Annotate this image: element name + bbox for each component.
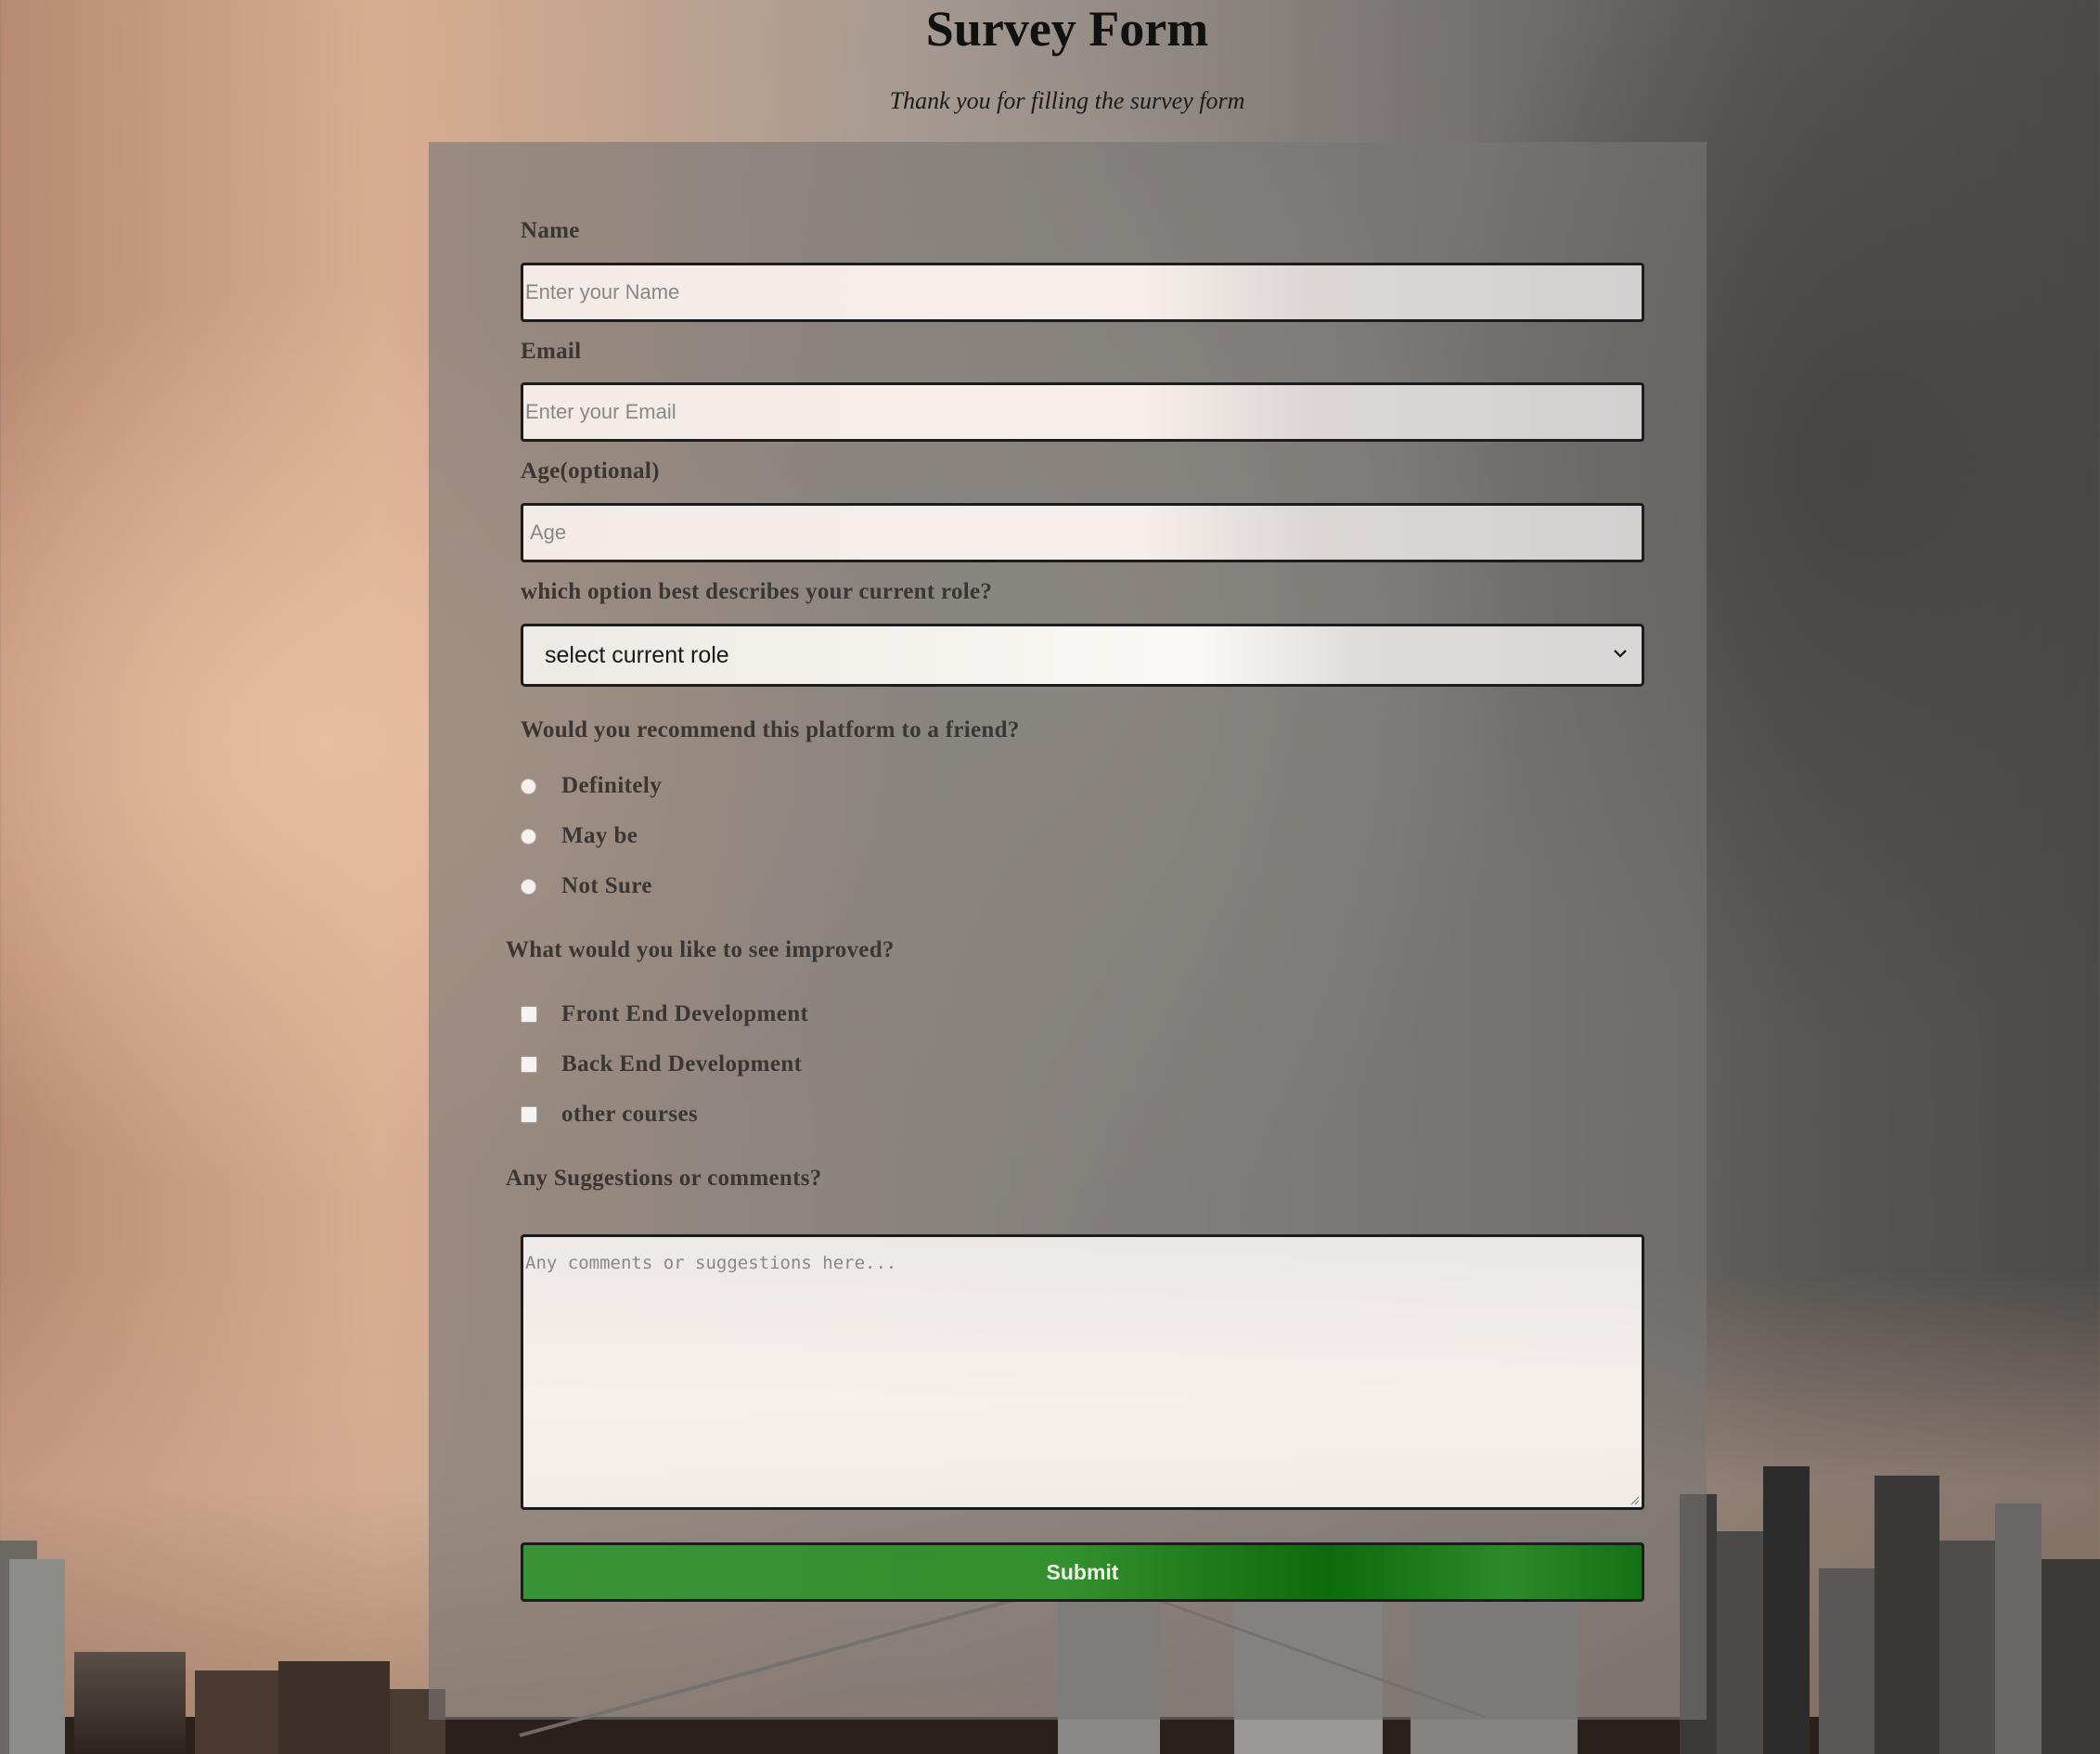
- age-input[interactable]: Age: [521, 503, 1644, 562]
- name-input[interactable]: Enter your Name: [521, 263, 1644, 322]
- age-input-placeholder: Age: [530, 521, 567, 544]
- role-label: which option best describes your current…: [521, 579, 993, 604]
- radio-option-may-be[interactable]: May be: [521, 820, 638, 852]
- role-dropdown[interactable]: select current role: [521, 624, 1644, 687]
- email-label: Email: [521, 339, 582, 364]
- resize-handle-icon[interactable]: [1629, 1494, 1640, 1505]
- age-label: Age(optional): [521, 458, 660, 484]
- checkbox-label: Back End Development: [561, 1051, 803, 1077]
- submit-button[interactable]: Submit: [521, 1542, 1644, 1602]
- radio-option-not-sure[interactable]: Not Sure: [521, 871, 651, 902]
- checkbox[interactable]: [521, 1006, 537, 1023]
- survey-form: Name Enter your Name Email Enter your Em…: [429, 142, 1707, 1720]
- recommend-label: Would you recommend this platform to a f…: [521, 717, 1020, 742]
- checkbox[interactable]: [521, 1056, 537, 1073]
- checkbox-option-other-courses[interactable]: other courses: [521, 1099, 698, 1130]
- radio-label: Not Sure: [561, 873, 652, 898]
- email-input[interactable]: Enter your Email: [521, 382, 1644, 442]
- radio-button[interactable]: [521, 828, 536, 845]
- role-dropdown-value: select current role: [545, 641, 729, 668]
- page-description: Thank you for filling the survey form: [889, 87, 1245, 114]
- page-title: Survey Form: [925, 1, 1209, 57]
- checkbox-option-back-end[interactable]: Back End Development: [521, 1049, 802, 1080]
- radio-label: May be: [561, 823, 638, 848]
- checkbox-option-front-end[interactable]: Front End Development: [521, 999, 808, 1030]
- comments-textarea[interactable]: Any comments or suggestions here...: [521, 1234, 1644, 1510]
- chevron-down-icon: [1614, 650, 1627, 658]
- name-input-placeholder: Enter your Name: [525, 280, 680, 303]
- name-label: Name: [521, 218, 580, 243]
- checkbox-label: Front End Development: [561, 1001, 809, 1026]
- radio-button[interactable]: [521, 878, 536, 895]
- checkbox[interactable]: [521, 1106, 537, 1123]
- radio-button[interactable]: [521, 778, 536, 794]
- comments-label: Any Suggestions or comments?: [506, 1166, 822, 1191]
- radio-option-definitely[interactable]: Definitely: [521, 770, 662, 802]
- comments-placeholder: Any comments or suggestions here...: [525, 1253, 897, 1273]
- improve-label: What would you like to see improved?: [506, 937, 895, 962]
- radio-label: Definitely: [561, 773, 663, 798]
- checkbox-label: other courses: [561, 1102, 699, 1127]
- email-input-placeholder: Enter your Email: [525, 400, 676, 423]
